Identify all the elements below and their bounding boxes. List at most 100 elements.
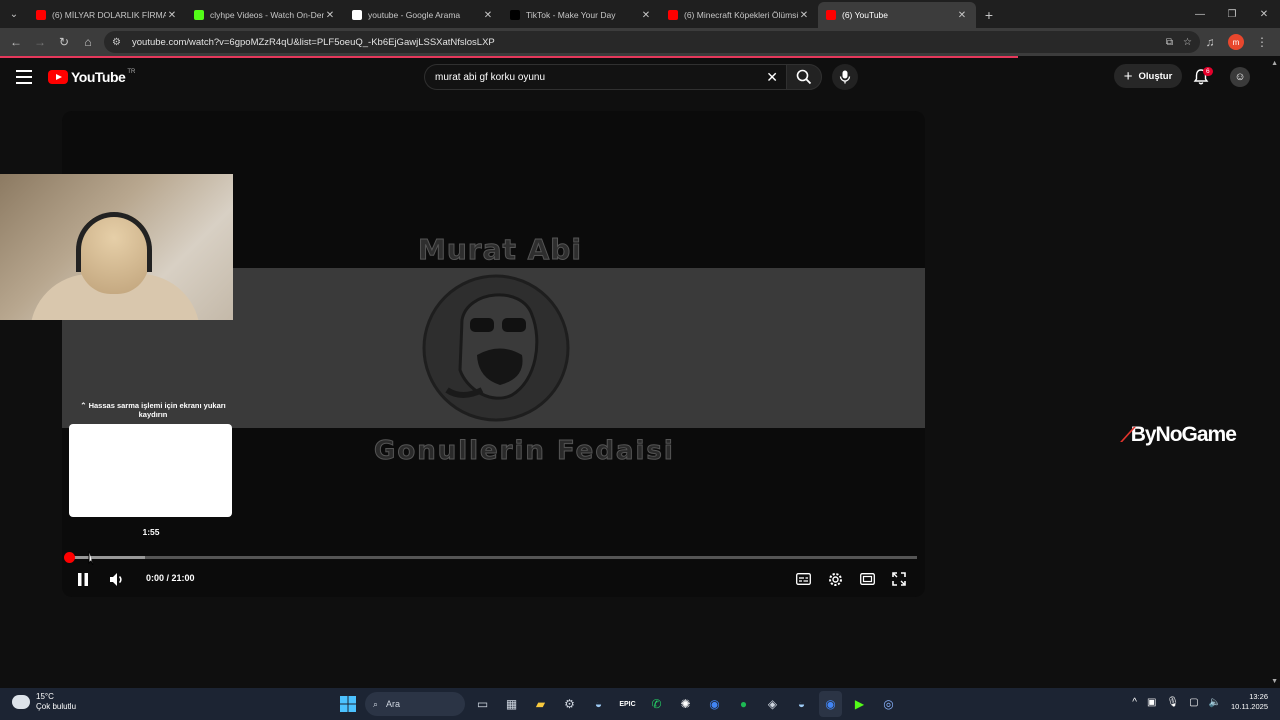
widgets-icon[interactable]: ▦ bbox=[500, 691, 523, 717]
close-tab-icon[interactable]: ✕ bbox=[482, 10, 494, 21]
youtube-logo[interactable]: YouTube TR bbox=[48, 69, 135, 85]
steam-icon[interactable]: ◒ bbox=[587, 691, 610, 717]
clock-date: 10.11.2025 bbox=[1231, 702, 1268, 711]
minimize-icon[interactable]: — bbox=[1184, 0, 1216, 28]
scrubber-handle[interactable] bbox=[64, 552, 75, 563]
speaker-icon[interactable]: 🔈 bbox=[1209, 697, 1221, 708]
epic-games-icon[interactable]: EPIC bbox=[616, 691, 639, 717]
seek-preview-thumbnail bbox=[69, 424, 232, 517]
close-tab-icon[interactable]: ✕ bbox=[956, 10, 968, 21]
site-info-icon[interactable]: ⚙ bbox=[112, 37, 126, 48]
fullscreen-icon bbox=[892, 572, 906, 586]
tab-title: TikTok - Make Your Day bbox=[526, 10, 616, 20]
channel-emblem-image bbox=[422, 274, 570, 422]
search-input[interactable]: murat abi gf korku oyunu ✕ bbox=[424, 64, 786, 90]
progress-bar[interactable] bbox=[64, 552, 917, 563]
bookmark-star-icon[interactable]: ☆ bbox=[1183, 37, 1192, 48]
account-avatar[interactable]: ☺ bbox=[1230, 67, 1250, 87]
chevron-up-icon: ⌃ bbox=[80, 401, 89, 410]
profile-avatar[interactable]: m bbox=[1228, 34, 1244, 50]
chrome-icon[interactable]: ◉ bbox=[703, 691, 726, 717]
steam-icon-2[interactable]: ◒ bbox=[790, 691, 813, 717]
settings-button[interactable] bbox=[826, 570, 844, 588]
youtube-icon bbox=[668, 10, 678, 20]
copilot-icon[interactable]: ◎ bbox=[877, 691, 900, 717]
browser-tab[interactable]: TikTok - Make Your Day ✕ bbox=[502, 2, 660, 28]
chatgpt-icon[interactable]: ✺ bbox=[674, 691, 697, 717]
close-tab-icon[interactable]: ✕ bbox=[324, 10, 336, 21]
network-icon[interactable]: ▢ bbox=[1189, 697, 1198, 708]
tray-overflow-icon[interactable]: ^ bbox=[1132, 697, 1137, 708]
clear-search-icon[interactable]: ✕ bbox=[766, 69, 778, 86]
gear-icon bbox=[828, 572, 842, 586]
close-tab-icon[interactable]: ✕ bbox=[166, 10, 178, 21]
home-icon[interactable]: ⌂ bbox=[76, 30, 100, 54]
close-tab-icon[interactable]: ✕ bbox=[640, 10, 652, 21]
google-icon bbox=[352, 10, 362, 20]
volume-icon bbox=[109, 572, 122, 586]
voice-search-button[interactable] bbox=[832, 64, 858, 90]
tab-title: (6) Minecraft Köpekleri Ölümsü bbox=[684, 10, 798, 20]
country-code: TR bbox=[127, 69, 136, 75]
browser-tab[interactable]: (6) MİLYAR DOLARLIK FİRMA Y ✕ bbox=[28, 2, 186, 28]
headphones-image bbox=[76, 212, 152, 272]
webcam-overlay bbox=[0, 174, 233, 320]
youtube-icon bbox=[826, 10, 836, 20]
time-display: 0:00 / 21:00 bbox=[146, 573, 195, 583]
app-green-icon[interactable]: ▶ bbox=[848, 691, 871, 717]
weather-widget[interactable]: 15°C Çok bulutlu bbox=[12, 692, 76, 712]
windows-start-icon[interactable] bbox=[336, 691, 359, 717]
sponsor-logo: ⁄ ByNoGame bbox=[1123, 422, 1237, 448]
reload-icon[interactable]: ↻ bbox=[52, 30, 76, 54]
browser-tab[interactable]: youtube - Google Arama ✕ bbox=[344, 2, 502, 28]
buffered-bar bbox=[69, 556, 146, 559]
restore-icon[interactable]: ❐ bbox=[1216, 0, 1248, 28]
close-tab-icon[interactable]: ✕ bbox=[798, 10, 810, 21]
scroll-up-arrow-icon[interactable]: ▲ bbox=[1271, 60, 1278, 67]
tab-title: (6) YouTube bbox=[842, 10, 888, 20]
subtitles-button[interactable] bbox=[794, 570, 812, 588]
install-app-icon[interactable]: ⧉ bbox=[1166, 37, 1173, 48]
app-icon[interactable]: ◈ bbox=[761, 691, 784, 717]
youtube-wordmark: YouTube bbox=[71, 69, 126, 85]
browser-menu-icon[interactable]: ⋮ bbox=[1250, 30, 1274, 54]
settings-app-icon[interactable]: ⚙ bbox=[558, 691, 581, 717]
fine-scrub-hint-text: Hassas sarma işlemi için ekranı yukarı k… bbox=[88, 401, 226, 419]
forward-icon[interactable]: → bbox=[28, 30, 52, 54]
browser-tab[interactable]: clyhpe Videos - Watch On-Dem ✕ bbox=[186, 2, 344, 28]
clock-time: 13:26 bbox=[1249, 692, 1268, 701]
media-control-icon[interactable]: ♫ bbox=[1198, 30, 1222, 54]
create-button[interactable]: + Oluştur bbox=[1114, 64, 1182, 88]
kick-icon bbox=[194, 10, 204, 20]
fullscreen-button[interactable] bbox=[890, 570, 908, 588]
scroll-down-arrow-icon[interactable]: ▼ bbox=[1271, 678, 1278, 685]
search-button[interactable] bbox=[786, 64, 822, 90]
weather-description: Çok bulutlu bbox=[36, 702, 77, 711]
browser-tab[interactable]: (6) YouTube ✕ bbox=[818, 2, 976, 28]
task-view-icon[interactable]: ▭ bbox=[471, 691, 494, 717]
spotify-icon[interactable]: ● bbox=[732, 691, 755, 717]
new-tab-button[interactable]: + bbox=[976, 2, 1002, 28]
theater-mode-button[interactable] bbox=[858, 570, 876, 588]
microphone-tray-icon[interactable]: 🎙 bbox=[1166, 697, 1179, 708]
close-window-icon[interactable]: ✕ bbox=[1248, 0, 1280, 28]
back-icon[interactable]: ← bbox=[4, 30, 28, 54]
fine-scrub-hint: ⌃ Hassas sarma işlemi için ekranı yukarı… bbox=[70, 401, 236, 419]
window-controls: — ❐ ✕ bbox=[1184, 0, 1280, 28]
pause-button[interactable] bbox=[75, 570, 91, 588]
taskbar-clock[interactable]: 13:26 10.11.2025 bbox=[1231, 692, 1268, 712]
search-query-text: murat abi gf korku oyunu bbox=[435, 71, 546, 83]
address-bar[interactable]: ⚙ youtube.com/watch?v=6gpoMZzR4qU&list=P… bbox=[104, 31, 1200, 53]
volume-button[interactable] bbox=[108, 570, 126, 588]
microphone-icon bbox=[839, 70, 851, 84]
hamburger-menu-icon[interactable] bbox=[16, 70, 32, 84]
theater-mode-icon bbox=[859, 573, 875, 585]
browser-tab[interactable]: (6) Minecraft Köpekleri Ölümsü ✕ bbox=[660, 2, 818, 28]
chrome-active-icon[interactable]: ◉ bbox=[819, 691, 842, 717]
file-explorer-icon[interactable]: ▰ bbox=[529, 691, 552, 717]
tab-search-button[interactable]: ⌄ bbox=[0, 0, 28, 28]
subtitles-icon bbox=[795, 573, 811, 585]
app-tray-icon[interactable]: ▣ bbox=[1147, 697, 1156, 708]
whatsapp-icon[interactable]: ✆ bbox=[645, 691, 668, 717]
taskbar-search[interactable]: ⌕ Ara bbox=[365, 692, 465, 716]
